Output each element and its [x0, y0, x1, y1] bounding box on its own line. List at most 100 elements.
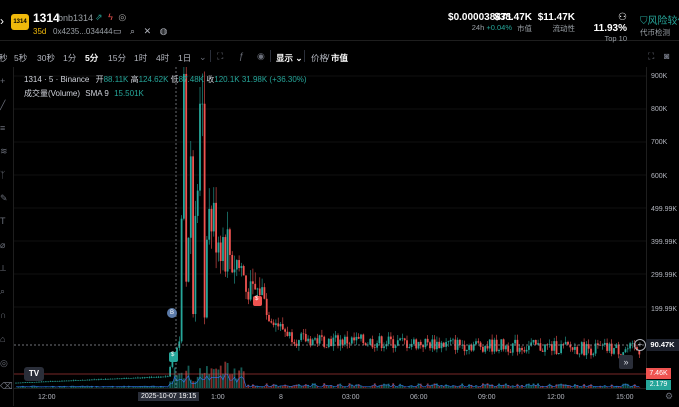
grid	[14, 76, 646, 307]
candle-body	[484, 346, 486, 352]
tradingview-logo[interactable]: TV	[24, 367, 44, 381]
candle-body	[558, 353, 560, 354]
twitter-icon[interactable]: ✕	[144, 26, 152, 36]
token-logo: 1314	[11, 14, 29, 30]
candle-body	[579, 354, 581, 355]
interval-1d[interactable]: 1日	[178, 52, 191, 64]
candle-body	[29, 382, 31, 383]
candle-body	[526, 350, 528, 352]
toolbar-divider	[270, 50, 271, 62]
interval-4h[interactable]: 4时	[156, 52, 169, 64]
interval-15m[interactable]: 15分	[108, 52, 126, 64]
candle-body	[206, 240, 208, 318]
candle-body	[144, 377, 146, 378]
flash-icon[interactable]: ϟ	[108, 12, 113, 22]
candle-body	[57, 381, 59, 382]
volume-bar	[213, 369, 215, 388]
chart-settings-icon[interactable]: ⚙	[665, 391, 673, 402]
candle-body	[362, 335, 364, 344]
candle-body	[521, 348, 523, 350]
candle-body	[436, 342, 438, 349]
candle-body	[388, 337, 390, 345]
candle-body	[38, 382, 40, 383]
candle-body	[489, 340, 491, 349]
back-arrow[interactable]: ›	[0, 14, 6, 28]
settings-icon[interactable]: ◉	[257, 51, 265, 62]
interval-1m[interactable]: 1分	[63, 52, 76, 64]
candle-body	[519, 348, 521, 352]
candle-body	[114, 379, 116, 380]
candle-body	[77, 380, 79, 381]
candle-body	[204, 104, 206, 318]
chart-type-icon[interactable]: ⛶	[217, 51, 223, 62]
volume-bar	[222, 374, 224, 388]
candle-body	[604, 343, 606, 345]
indicators-icon[interactable]: ƒ	[239, 51, 244, 61]
candle-body	[323, 337, 325, 347]
time-axis[interactable]: 12:00 2025-10-07 19:15 1:00 8 03:00 06:0…	[14, 388, 646, 407]
candle-body	[275, 323, 277, 325]
candle-body	[517, 340, 519, 352]
candle-body	[190, 156, 192, 237]
candle-body	[165, 377, 167, 378]
interval-5m[interactable]: 5分	[85, 52, 98, 64]
candle-body	[408, 347, 410, 348]
candle-body	[100, 379, 102, 380]
candle-body	[316, 338, 318, 343]
candle-body	[229, 229, 231, 255]
sma-polyline	[16, 374, 639, 387]
candle-body	[153, 377, 155, 378]
candle-body	[284, 329, 286, 331]
volume-bar	[204, 373, 206, 388]
volume-bar	[176, 375, 178, 388]
candle-body	[158, 377, 160, 378]
candle-body	[496, 340, 498, 351]
candle-body	[445, 342, 447, 347]
interval-5s[interactable]: 5秒	[14, 52, 27, 64]
chart-canvas[interactable]	[0, 67, 679, 406]
scroll-right-button[interactable]: »	[619, 355, 633, 369]
toggle-mcap[interactable]: 市值	[331, 52, 348, 64]
interval-s[interactable]: 秒	[0, 52, 8, 64]
stat-top10: ⚇ 11.93% Top 10	[583, 12, 627, 43]
price-axis-plus-icon[interactable]: +	[634, 339, 646, 351]
candle-body	[45, 382, 47, 383]
toggle-price[interactable]: 价格	[311, 52, 328, 64]
link-icon[interactable]: ⇗	[95, 12, 103, 22]
candle-body	[47, 381, 49, 382]
candle-body	[369, 339, 371, 345]
volume-bar	[218, 370, 220, 388]
candle-body	[588, 344, 590, 349]
interval-dropdown-icon[interactable]: ⌄	[199, 52, 207, 63]
fullscreen-icon[interactable]: ⛶	[648, 51, 654, 62]
candle-body	[374, 347, 376, 348]
website-icon[interactable]: ◍	[160, 26, 168, 36]
crosshair-time-label: 2025-10-07 19:15	[138, 392, 199, 401]
candle-body	[178, 341, 180, 347]
token-header: › 1314 1314 bnb1314 ⇗ ϟ ◎ 35d 0x4235...0…	[0, 0, 679, 41]
candle-body	[195, 216, 197, 314]
display-menu[interactable]: 显示 ⌄	[276, 52, 303, 64]
interval-30s[interactable]: 30秒	[37, 52, 55, 64]
price-chart[interactable]: B $ $ 1314 · 5 · Binance 开88.11K 高124.62…	[0, 67, 679, 406]
search-icon[interactable]: ⌕	[130, 26, 135, 36]
volume-bar	[192, 381, 194, 388]
pair-icons: ⇗ ϟ ◎	[95, 12, 126, 23]
candle-body	[241, 266, 243, 268]
risk-indicator[interactable]: ⛉风险较低 代币检测	[640, 12, 679, 38]
camera-icon[interactable]: ◙	[664, 51, 669, 61]
candle-body	[84, 380, 86, 381]
chart-title: 1314 · 5 · Binance	[24, 75, 89, 84]
toolbar-divider	[304, 50, 305, 62]
timer-icon[interactable]: ◎	[118, 12, 126, 22]
volume-bar	[208, 374, 210, 388]
candle-body	[312, 340, 314, 346]
candle-body	[86, 380, 88, 381]
candle-body	[535, 340, 537, 345]
candle-body	[280, 324, 282, 326]
interval-1h[interactable]: 1时	[134, 52, 147, 64]
copy-icon[interactable]: ▭	[113, 26, 122, 36]
candle-body	[63, 381, 65, 382]
volume-bar	[229, 374, 231, 388]
candle-body	[128, 378, 130, 379]
